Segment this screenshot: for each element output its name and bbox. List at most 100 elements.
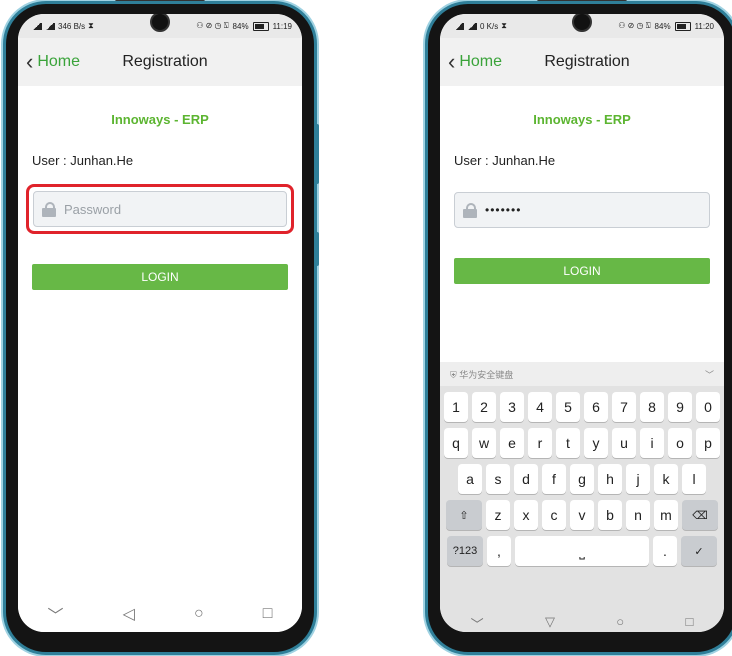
battery-percent: 84% bbox=[654, 21, 671, 31]
login-button[interactable]: LOGIN bbox=[32, 264, 288, 290]
keyboard-header: ⛨ 华为安全键盘 ﹀ bbox=[440, 362, 724, 386]
key-row-qwerty: q w e r t y u i o p bbox=[440, 428, 724, 458]
recents-nav-icon[interactable]: □ bbox=[263, 605, 273, 623]
key[interactable]: h bbox=[598, 464, 622, 494]
password-highlight-box: Password bbox=[26, 184, 294, 234]
key[interactable]: 5 bbox=[556, 392, 580, 422]
collapse-icon[interactable]: ﹀ bbox=[471, 614, 484, 632]
home-nav-icon[interactable]: ○ bbox=[616, 614, 624, 632]
back-nav-icon[interactable]: ▽ bbox=[545, 614, 555, 632]
key[interactable]: a bbox=[458, 464, 482, 494]
signal-icon-2 bbox=[467, 22, 477, 30]
key-row-numbers: 1 2 3 4 5 6 7 8 9 0 bbox=[440, 392, 724, 422]
key[interactable]: x bbox=[514, 500, 538, 530]
backspace-key[interactable]: ⌫ bbox=[682, 500, 718, 530]
key[interactable]: o bbox=[668, 428, 692, 458]
shield-icon: ⛨ bbox=[450, 369, 457, 380]
key[interactable]: t bbox=[556, 428, 580, 458]
key[interactable]: d bbox=[514, 464, 538, 494]
status-icons: ⚇ ⊘ ◷ ⍂ bbox=[196, 21, 229, 30]
key[interactable]: 7 bbox=[612, 392, 636, 422]
password-input[interactable]: ••••••• bbox=[454, 192, 710, 228]
key[interactable]: g bbox=[570, 464, 594, 494]
password-field-wrap: ••••••• bbox=[454, 192, 710, 228]
key[interactable]: r bbox=[528, 428, 552, 458]
key[interactable]: w bbox=[472, 428, 496, 458]
key[interactable]: 1 bbox=[444, 392, 468, 422]
key[interactable]: 9 bbox=[668, 392, 692, 422]
key[interactable]: k bbox=[654, 464, 678, 494]
brand-title: Innoways - ERP bbox=[111, 112, 209, 127]
keyboard-collapse-button[interactable]: ﹀ bbox=[705, 368, 714, 381]
recents-nav-icon[interactable]: □ bbox=[685, 614, 693, 632]
login-form: Innoways - ERP User : Junhan.He Password… bbox=[18, 112, 302, 290]
nav-bar: ‹ Home Registration bbox=[18, 38, 302, 86]
key[interactable]: s bbox=[486, 464, 510, 494]
collapse-icon[interactable]: ﹀ bbox=[48, 602, 64, 626]
key-row-zxcv: ⇧ z x c v b n m ⌫ bbox=[440, 500, 724, 530]
key[interactable]: n bbox=[626, 500, 650, 530]
back-button[interactable]: ‹ Home bbox=[440, 51, 502, 73]
speaker-grille bbox=[115, 0, 205, 1]
password-input[interactable]: Password bbox=[33, 191, 287, 227]
key[interactable]: u bbox=[612, 428, 636, 458]
key[interactable]: c bbox=[542, 500, 566, 530]
key-row-asdf: a s d f g h j k l bbox=[440, 464, 724, 494]
key[interactable]: q bbox=[444, 428, 468, 458]
key[interactable]: 0 bbox=[696, 392, 720, 422]
network-speed: 346 B/s bbox=[58, 21, 86, 31]
back-button[interactable]: ‹ Home bbox=[18, 51, 80, 73]
clock: 11:19 bbox=[272, 21, 292, 31]
key[interactable]: 6 bbox=[584, 392, 608, 422]
key[interactable]: i bbox=[640, 428, 664, 458]
battery-icon bbox=[674, 21, 691, 31]
key-row-bottom: ?123 , ⎵ . ✓ bbox=[440, 536, 724, 566]
key[interactable]: f bbox=[542, 464, 566, 494]
key[interactable]: 3 bbox=[500, 392, 524, 422]
system-nav-bar: ﹀ ▽ ○ □ bbox=[440, 614, 724, 632]
key[interactable]: z bbox=[486, 500, 510, 530]
key[interactable]: p bbox=[696, 428, 720, 458]
key[interactable]: y bbox=[584, 428, 608, 458]
enter-key[interactable]: ✓ bbox=[681, 536, 717, 566]
login-button[interactable]: LOGIN bbox=[454, 258, 710, 284]
status-icons: ⚇ ⊘ ◷ ⍂ bbox=[618, 21, 651, 30]
key[interactable]: b bbox=[598, 500, 622, 530]
brand-title: Innoways - ERP bbox=[533, 112, 631, 127]
comma-key[interactable]: , bbox=[487, 536, 511, 566]
key[interactable]: j bbox=[626, 464, 650, 494]
key[interactable]: 2 bbox=[472, 392, 496, 422]
key[interactable]: v bbox=[570, 500, 594, 530]
hourglass-icon: ⧗ bbox=[501, 21, 507, 30]
lock-icon bbox=[42, 201, 56, 217]
clock: 11:20 bbox=[694, 21, 714, 31]
numbers-key[interactable]: ?123 bbox=[447, 536, 483, 566]
user-label: User : Junhan.He bbox=[32, 153, 134, 168]
period-key[interactable]: . bbox=[653, 536, 677, 566]
back-label: Home bbox=[37, 53, 81, 70]
speaker-grille bbox=[537, 0, 627, 1]
user-label: User : Junhan.He bbox=[454, 153, 556, 168]
screen-left: 346 B/s ⧗ ⚇ ⊘ ◷ ⍂ 84% 11:19 ‹ Home Regis… bbox=[18, 14, 302, 632]
power-button bbox=[315, 232, 319, 266]
system-nav-bar: ﹀ ◁ ○ □ bbox=[18, 596, 302, 632]
shift-key[interactable]: ⇧ bbox=[446, 500, 482, 530]
key[interactable]: m bbox=[654, 500, 678, 530]
back-nav-icon[interactable]: ◁ bbox=[123, 604, 135, 624]
key[interactable]: e bbox=[500, 428, 524, 458]
key[interactable]: 4 bbox=[528, 392, 552, 422]
signal-icon bbox=[32, 22, 42, 30]
signal-icon-2 bbox=[45, 22, 55, 30]
nav-bar: ‹ Home Registration bbox=[440, 38, 724, 86]
battery-percent: 84% bbox=[232, 21, 249, 31]
home-nav-icon[interactable]: ○ bbox=[194, 605, 204, 623]
key[interactable]: l bbox=[682, 464, 706, 494]
space-key[interactable]: ⎵ bbox=[515, 536, 649, 566]
login-form: Innoways - ERP User : Junhan.He ••••••• … bbox=[440, 112, 724, 284]
signal-icon bbox=[454, 22, 464, 30]
chevron-left-icon: ‹ bbox=[448, 49, 456, 74]
network-speed: 0 K/s bbox=[480, 21, 499, 31]
phone-left: 346 B/s ⧗ ⚇ ⊘ ◷ ⍂ 84% 11:19 ‹ Home Regis… bbox=[6, 0, 319, 652]
phone-right: 0 K/s ⧗ ⚇ ⊘ ◷ ⍂ 84% 11:20 ‹ Home Registr… bbox=[428, 0, 732, 652]
key[interactable]: 8 bbox=[640, 392, 664, 422]
